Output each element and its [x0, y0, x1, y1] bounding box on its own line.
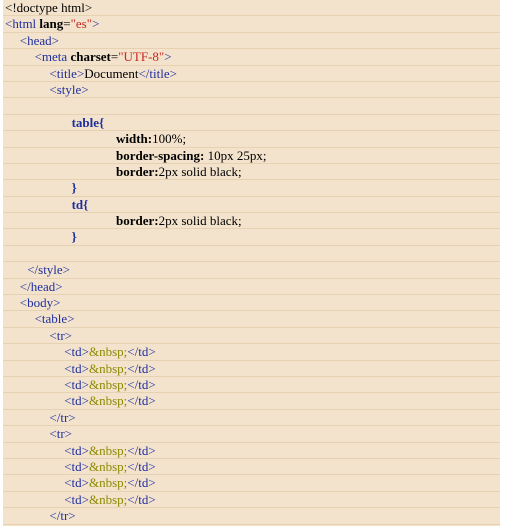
code-token: <title>: [49, 65, 85, 81]
code-line: [3, 246, 500, 263]
code-line: <td>&nbsp;</td>: [3, 443, 500, 459]
code-token: &nbsp;: [88, 344, 128, 360]
code-line: <head>: [3, 32, 500, 50]
code-token: >: [164, 49, 172, 65]
code-token: <td>: [64, 393, 89, 409]
code-token: <style>: [49, 81, 89, 97]
code-line: <!doctype html>: [3, 0, 500, 17]
code-line: <td>&nbsp;</td>: [3, 491, 500, 509]
code-token: </td>: [127, 491, 156, 507]
code-token: <td>: [64, 360, 89, 376]
code-token: </head>: [19, 278, 63, 294]
code-token: <td>: [64, 376, 89, 392]
code-line: <table>: [3, 311, 500, 328]
code-token: width:: [116, 131, 153, 147]
code-token: <td>: [64, 458, 89, 474]
code-line: td{: [3, 196, 500, 214]
code-token: <head>: [19, 32, 59, 48]
code-token: </tr>: [49, 508, 76, 524]
code-token: 10px 25px;: [204, 147, 267, 163]
code-token: }: [71, 180, 77, 196]
code-token: </style>: [27, 262, 71, 278]
code-token: table{: [71, 114, 105, 130]
code-line: width:100%;: [3, 131, 500, 148]
code-line: border-spacing: 10px 25px;: [3, 148, 500, 164]
code-token: =: [63, 16, 71, 32]
code-line: <td>&nbsp;</td>: [3, 458, 500, 476]
code-token: td{: [71, 196, 89, 212]
code-line: <meta charset="UTF-8">: [3, 49, 500, 66]
code-token: charset: [70, 49, 111, 65]
code-line: <html lang="es">: [3, 16, 500, 33]
code-token: Document: [84, 65, 139, 81]
code-token: </td>: [127, 393, 156, 409]
code-token: border-spacing:: [116, 147, 205, 163]
code-line: </tr>: [3, 409, 500, 427]
code-line: <title>Document</title>: [3, 66, 500, 82]
code-token: </td>: [127, 376, 156, 392]
code-line: <td>&nbsp;</td>: [3, 376, 500, 394]
code-token: <td>: [64, 475, 89, 491]
code-token: &nbsp;: [88, 393, 128, 409]
code-token: <td>: [64, 344, 89, 360]
code-line: </tr>: [3, 508, 500, 525]
code-token: &nbsp;: [88, 442, 128, 458]
code-token: &nbsp;: [88, 376, 128, 392]
code-line: <body>: [3, 295, 500, 312]
code-token: &nbsp;: [88, 475, 128, 491]
code-line: <td>&nbsp;</td>: [3, 393, 500, 410]
code-token: <html: [5, 16, 40, 32]
code-token: &nbsp;: [88, 491, 128, 507]
code-token: 2px solid black;: [158, 163, 242, 179]
code-token: <table>: [34, 311, 75, 327]
code-token: 100%;: [152, 131, 187, 147]
code-line: <style>: [3, 81, 500, 99]
code-token: }: [71, 229, 77, 245]
code-listing: <!doctype html> <html lang="es"> <head> <me…: [3, 0, 500, 526]
code-line: border:2px solid black;: [3, 163, 500, 181]
code-line: </style>: [3, 262, 500, 279]
code-token: <td>: [64, 491, 89, 507]
code-token: border:: [116, 213, 159, 229]
code-line: table{: [3, 114, 500, 132]
code-token: "UTF-8": [118, 49, 165, 65]
code-token: <tr>: [49, 327, 72, 343]
code-line: <tr>: [3, 426, 500, 443]
code-line: <td>&nbsp;</td>: [3, 344, 500, 361]
code-token: 2px solid black;: [158, 213, 242, 229]
code-token: <meta: [34, 49, 71, 65]
code-token: &nbsp;: [88, 458, 128, 474]
code-token: >: [92, 16, 100, 32]
code-token: </td>: [127, 360, 156, 376]
code-token: </title>: [138, 65, 177, 81]
code-line: }: [3, 229, 500, 246]
code-token: <tr>: [49, 426, 72, 442]
code-token: </td>: [127, 344, 156, 360]
code-token: "es": [70, 16, 93, 32]
code-token: <td>: [64, 442, 89, 458]
code-line: </head>: [3, 278, 500, 296]
code-line: }: [3, 180, 500, 197]
code-line: <td>&nbsp;</td>: [3, 475, 500, 492]
code-token: <body>: [19, 295, 61, 311]
code-token: &nbsp;: [88, 360, 128, 376]
code-token: lang: [39, 16, 64, 32]
code-token: <!doctype html>: [5, 0, 93, 15]
code-token: </td>: [127, 475, 156, 491]
code-token: </td>: [127, 458, 156, 474]
code-line: <tr>: [3, 327, 500, 345]
code-token: border:: [116, 163, 159, 179]
code-token: </td>: [127, 442, 156, 458]
code-token: </tr>: [49, 409, 76, 425]
code-line: [3, 98, 500, 115]
code-line: border:2px solid black;: [3, 213, 500, 230]
code-line: <td>&nbsp;</td>: [3, 361, 500, 377]
